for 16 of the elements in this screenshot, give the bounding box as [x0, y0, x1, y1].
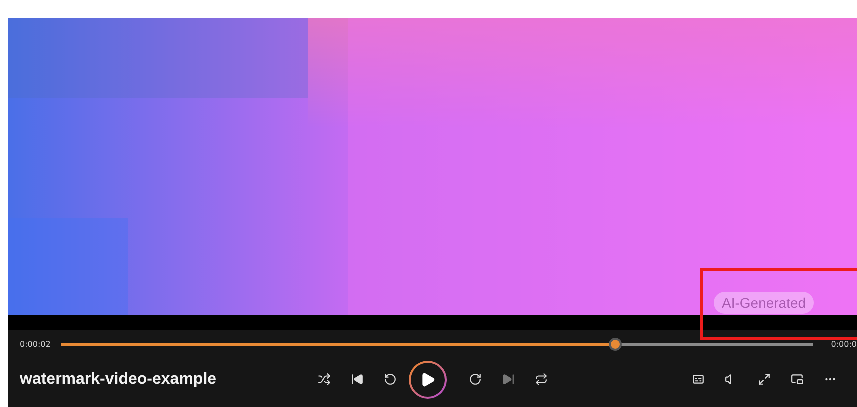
elapsed-time: 0:00:02: [20, 340, 51, 348]
shuffle-button[interactable]: [318, 373, 331, 386]
repeat-button[interactable]: [535, 373, 548, 386]
previous-button[interactable]: [351, 373, 364, 386]
fullscreen-button[interactable]: [758, 373, 771, 386]
rewind-button[interactable]: [384, 373, 397, 386]
seek-handle[interactable]: [609, 338, 622, 350]
play-button[interactable]: [409, 360, 447, 398]
remaining-time: 0:00:0: [831, 340, 857, 348]
captions-button[interactable]: [692, 373, 705, 386]
ai-generated-label: AI-Generated: [714, 292, 814, 314]
next-button[interactable]: [502, 373, 515, 386]
mini-player-button[interactable]: [791, 373, 804, 386]
video-title: watermark-video-example: [20, 370, 218, 388]
play-icon: [420, 372, 436, 388]
forward-button[interactable]: [469, 373, 482, 386]
